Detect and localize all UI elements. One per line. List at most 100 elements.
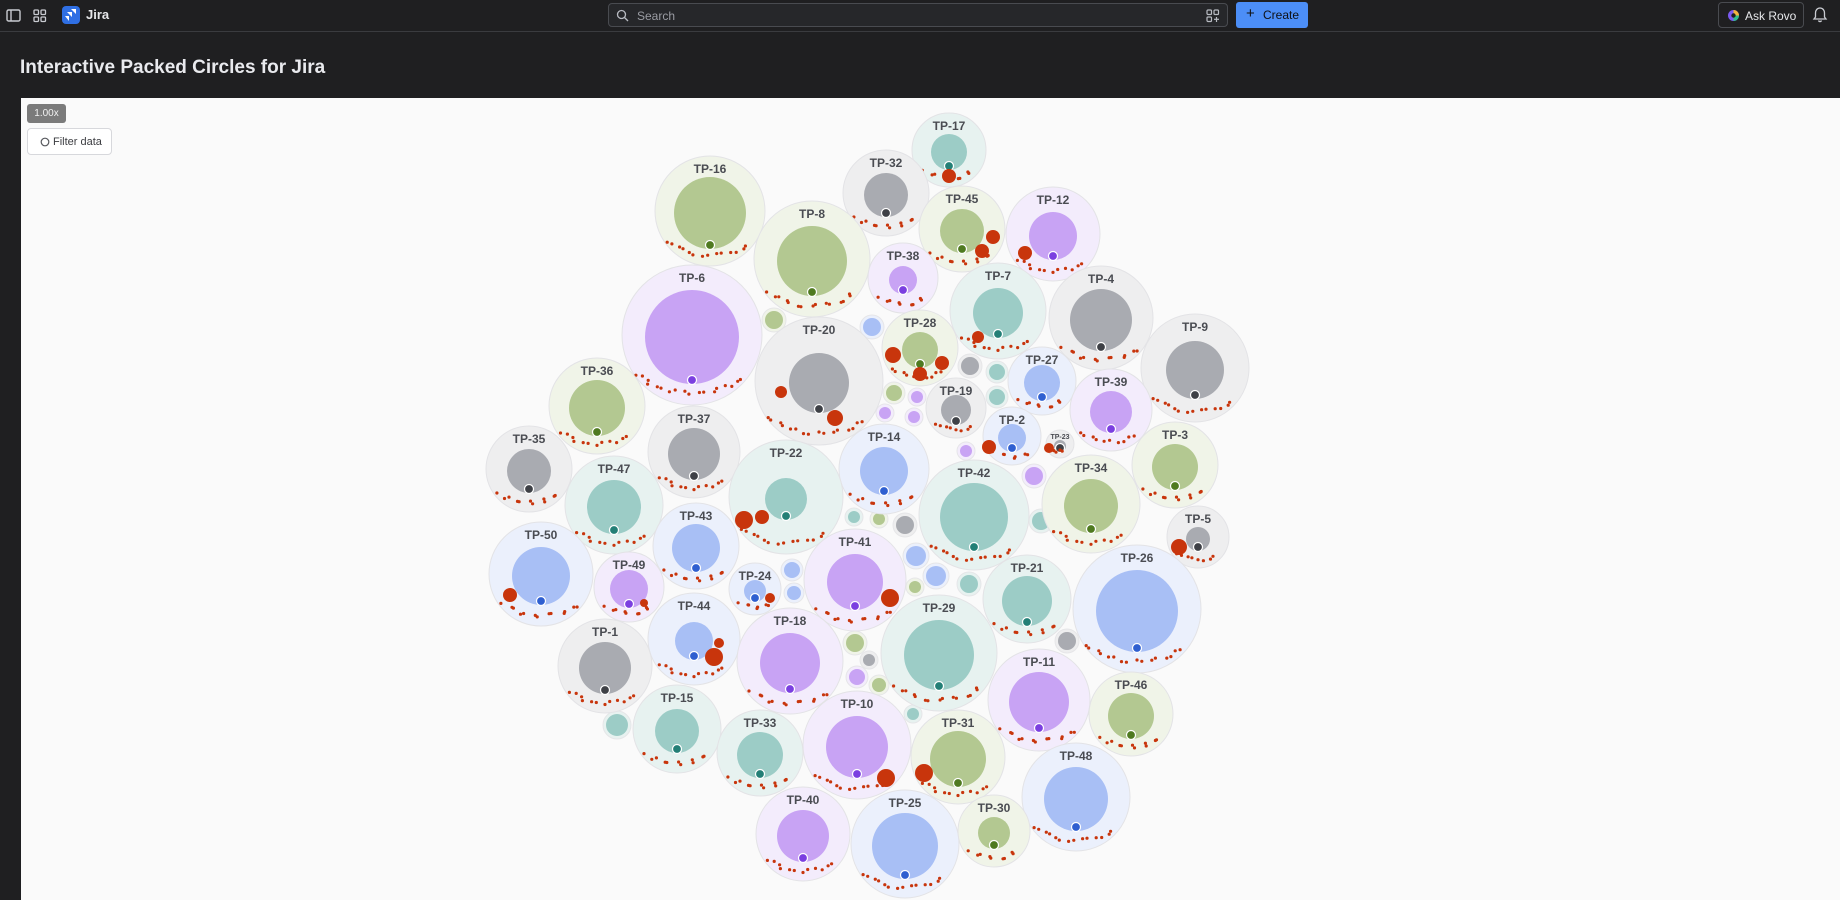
- overdue-marker[interactable]: [827, 410, 843, 426]
- subtask-dot: [863, 617, 867, 621]
- overdue-marker[interactable]: [975, 244, 989, 258]
- subtask-dot: [684, 486, 688, 490]
- issue-bubble-tp-6[interactable]: TP-6: [621, 264, 763, 406]
- subtask-dot: [901, 885, 905, 889]
- overdue-marker[interactable]: [1171, 539, 1187, 555]
- overdue-marker[interactable]: [705, 648, 723, 666]
- subtask-dot: [890, 367, 895, 371]
- subtask-dot: [838, 786, 842, 790]
- overdue-marker[interactable]: [503, 588, 517, 602]
- overdue-marker[interactable]: [1018, 246, 1032, 260]
- issue-bubble-tp-11[interactable]: TP-11: [987, 648, 1091, 752]
- subtask-dot: [588, 539, 592, 543]
- issue-key-label: TP-49: [613, 558, 646, 572]
- subtask-dot: [993, 554, 997, 559]
- subtask-dot: [1124, 660, 1128, 664]
- issue-bubble-tp-41[interactable]: TP-41: [803, 528, 907, 632]
- subtask-dot: [543, 500, 547, 504]
- subtask-dot: [1119, 660, 1124, 664]
- issue-bubble-tp-49[interactable]: TP-49: [593, 551, 665, 623]
- overdue-marker[interactable]: [877, 769, 895, 787]
- issue-bubble-tp-35[interactable]: TP-35: [485, 425, 573, 513]
- issue-bubble-tp-44[interactable]: TP-44: [647, 592, 741, 686]
- issue-bubble-tp-29[interactable]: TP-29: [880, 594, 998, 712]
- small-issue-core: [1058, 632, 1076, 650]
- issue-bubble-tp-4[interactable]: TP-4: [1048, 265, 1154, 371]
- issue-bubble-tp-22[interactable]: TP-22: [728, 439, 844, 555]
- issue-bubble-tp-27[interactable]: TP-27: [1007, 346, 1077, 416]
- issue-bubble-tp-24[interactable]: TP-24: [728, 562, 782, 616]
- issue-bubble-tp-38[interactable]: TP-38: [867, 242, 939, 314]
- overdue-marker[interactable]: [986, 230, 1000, 244]
- issue-bubble-tp-50[interactable]: TP-50: [488, 521, 594, 627]
- issue-key-label: TP-44: [678, 599, 711, 613]
- overdue-marker[interactable]: [765, 593, 775, 603]
- issue-bubble-tp-9[interactable]: TP-9: [1140, 313, 1250, 423]
- issue-bubble-tp-33[interactable]: TP-33: [716, 709, 804, 797]
- issue-bubble-tp-2[interactable]: TP-2: [982, 406, 1042, 466]
- overdue-marker[interactable]: [935, 356, 949, 370]
- issue-bubble-tp-19[interactable]: TP-19: [925, 377, 987, 439]
- issue-bubble-tp-36[interactable]: TP-36: [548, 357, 646, 455]
- issue-bubble-tp-30[interactable]: TP-30: [957, 794, 1031, 868]
- overdue-marker[interactable]: [942, 169, 956, 183]
- issue-bubble-tp-10[interactable]: TP-10: [802, 690, 912, 800]
- overdue-marker[interactable]: [755, 510, 769, 524]
- overdue-marker[interactable]: [735, 511, 753, 529]
- overdue-marker[interactable]: [885, 347, 901, 363]
- issue-bubble-tp-21[interactable]: TP-21: [982, 554, 1072, 644]
- subtask-dot: [777, 295, 781, 299]
- issue-bubble-tp-8[interactable]: TP-8: [753, 200, 871, 318]
- issue-bubble-tp-37[interactable]: TP-37: [647, 405, 741, 499]
- issue-bubble-tp-39[interactable]: TP-39: [1069, 368, 1153, 452]
- issue-bubble-tp-12[interactable]: TP-12: [1005, 186, 1101, 282]
- subtask-dot: [833, 617, 837, 622]
- overdue-marker[interactable]: [714, 638, 724, 648]
- issue-bubble-tp-31[interactable]: TP-31: [910, 709, 1006, 805]
- overdue-marker[interactable]: [972, 331, 984, 343]
- subtask-dot: [774, 784, 778, 788]
- overdue-marker[interactable]: [913, 367, 927, 381]
- subtask-dot: [934, 371, 938, 375]
- subtask-dot: [738, 377, 743, 382]
- subtask-dot: [938, 876, 942, 880]
- packed-circles-chart[interactable]: TP-17 TP-32 TP-16 TP-45 TP-12 TP-8 TP-38 TP-6 TP…: [0, 0, 1840, 900]
- overdue-marker[interactable]: [775, 386, 787, 398]
- overdue-marker[interactable]: [915, 764, 933, 782]
- subtask-dot: [710, 577, 714, 581]
- overdue-marker[interactable]: [881, 589, 899, 607]
- subtask-dot: [796, 539, 800, 543]
- issue-bubble-tp-42[interactable]: TP-42: [918, 459, 1030, 571]
- issue-bubble-tp-43[interactable]: TP-43: [652, 502, 740, 590]
- issue-key-label: TP-27: [1026, 353, 1059, 367]
- issue-bubble-tp-15[interactable]: TP-15: [632, 684, 722, 774]
- issue-bubble-tp-48[interactable]: TP-48: [1021, 742, 1131, 852]
- issue-bubble-tp-26[interactable]: TP-26: [1072, 544, 1202, 674]
- issue-bubble-tp-40[interactable]: TP-40: [755, 786, 851, 882]
- subtask-dot: [665, 240, 669, 244]
- issue-bubble-tp-16[interactable]: TP-16: [654, 155, 766, 267]
- overdue-marker[interactable]: [640, 599, 648, 607]
- subtask-dot: [938, 424, 942, 428]
- overdue-marker[interactable]: [1044, 443, 1054, 453]
- subtask-dot: [646, 382, 650, 386]
- issue-bubble-tp-3[interactable]: TP-3: [1131, 421, 1219, 509]
- subtask-dot: [830, 862, 834, 866]
- issue-bubble-tp-20[interactable]: TP-20: [754, 316, 884, 446]
- subtask-dot: [567, 690, 572, 695]
- issue-bubble-tp-46[interactable]: TP-46: [1088, 671, 1174, 757]
- overdue-marker[interactable]: [982, 440, 996, 454]
- subtask-dot: [954, 696, 959, 700]
- issue-bubble-tp-1[interactable]: TP-1: [557, 618, 653, 714]
- issue-bubble-tp-34[interactable]: TP-34: [1041, 454, 1141, 554]
- subtask-dot: [700, 254, 705, 258]
- issue-bubble-tp-25[interactable]: TP-25: [850, 789, 960, 899]
- issue-bubble-tp-18[interactable]: TP-18: [736, 607, 844, 715]
- filter-data-button[interactable]: Filter data: [27, 128, 112, 155]
- assignee-avatar-icon: [851, 768, 863, 780]
- subtask-dot: [734, 250, 738, 254]
- subtask-dot: [1154, 738, 1159, 742]
- issue-bubble-tp-14[interactable]: TP-14: [838, 423, 930, 515]
- subtask-dot: [659, 386, 663, 390]
- issue-bubble-tp-7[interactable]: TP-7: [949, 262, 1047, 360]
